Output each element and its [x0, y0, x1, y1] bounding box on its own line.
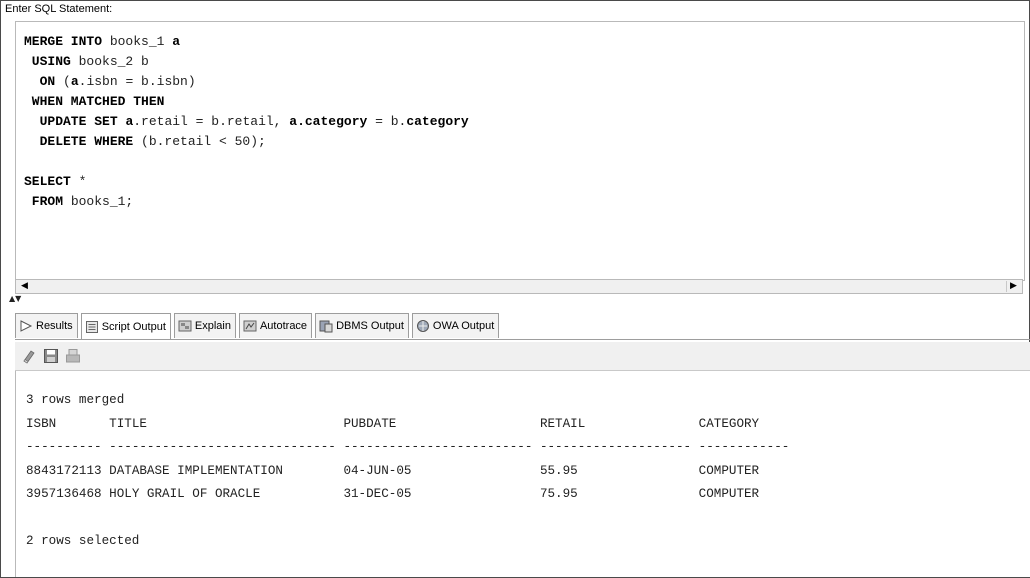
- sql-keyword: MERGE INTO: [24, 34, 103, 49]
- table-cell: 3957136468: [26, 487, 110, 501]
- separator: --------------------: [539, 440, 699, 454]
- separator: ----------: [26, 440, 110, 454]
- sql-text: *: [70, 174, 87, 189]
- output-line: 2 rows selected: [26, 530, 789, 554]
- dbms-output-icon: [319, 319, 333, 333]
- sql-worksheet-window: Enter SQL Statement: MERGE INTO books_1 …: [0, 0, 1030, 578]
- sql-line: WHEN MATCHED THEN: [24, 92, 469, 112]
- tab-results[interactable]: Results: [15, 313, 78, 338]
- scroll-left-arrow-icon[interactable]: ◀: [18, 281, 31, 292]
- autotrace-icon: [243, 319, 257, 333]
- tab-explain[interactable]: Explain: [173, 313, 236, 338]
- column-header: TITLE: [109, 416, 344, 431]
- eraser-icon[interactable]: [21, 348, 37, 364]
- column-header: PUBDATE: [343, 416, 540, 431]
- output-line: 3 rows merged: [26, 389, 789, 413]
- print-icon[interactable]: [65, 348, 81, 364]
- script-output-icon: [85, 320, 99, 334]
- column-header: RETAIL: [539, 416, 699, 431]
- blank: [26, 507, 34, 531]
- scroll-right-arrow-icon[interactable]: ▶: [1006, 281, 1020, 292]
- sql-line: SELECT *: [24, 172, 469, 192]
- sql-keyword: UPDATE SET: [24, 114, 118, 129]
- script-output-panel[interactable]: 3 rows merged ISBN TITLE PUBDATE RETAIL C…: [15, 371, 1030, 577]
- column-header: CATEGORY: [698, 416, 790, 431]
- tab-divider: [15, 339, 1030, 340]
- selected-message: 2 rows selected: [26, 534, 140, 548]
- sql-statement-label: Enter SQL Statement:: [5, 3, 113, 15]
- sql-keyword: SELECT: [24, 174, 71, 189]
- sql-text: = b.: [367, 114, 407, 129]
- save-icon[interactable]: [43, 348, 59, 364]
- sql-keyword: DELETE WHERE: [24, 134, 134, 149]
- tab-dbms-output[interactable]: DBMS Output: [315, 313, 409, 338]
- table-cell: 31-DEC-05: [343, 487, 540, 501]
- tab-label: Script Output: [101, 321, 166, 333]
- sql-keyword: a.category: [289, 114, 368, 129]
- sql-text: .isbn = b.isbn): [78, 74, 196, 89]
- table-cell: 55.95: [539, 463, 699, 478]
- sql-keyword: FROM: [24, 194, 64, 209]
- sql-text: books_1;: [63, 194, 134, 209]
- explain-icon: [178, 319, 192, 333]
- sql-line: MERGE INTO books_1 a: [24, 32, 469, 52]
- sql-keyword: a: [70, 74, 79, 89]
- sql-line: UPDATE SET a.retail = b.retail, a.catego…: [24, 112, 469, 132]
- separator: ------------: [698, 440, 790, 454]
- tab-label: Autotrace: [259, 320, 308, 332]
- table-cell: COMPUTER: [698, 487, 790, 501]
- output-tabs: Results Script Output Explain Autotrace DBMS…: [15, 313, 500, 340]
- table-row: 3957136468 HOLY GRAIL OF ORACLE 31-DEC-0…: [26, 483, 789, 507]
- tab-autotrace[interactable]: Autotrace: [238, 313, 313, 338]
- table-cell: 8843172113: [26, 463, 110, 478]
- sql-line: USING books_2 b: [24, 52, 469, 72]
- sql-line: FROM books_1;: [24, 192, 469, 212]
- sql-keyword: category: [406, 114, 469, 129]
- play-arrow-icon: [19, 319, 33, 333]
- sql-line: [24, 152, 469, 172]
- table-cell: DATABASE IMPLEMENTATION: [109, 463, 344, 478]
- blank-line: [26, 507, 789, 531]
- sql-keyword: WHEN MATCHED THEN: [24, 94, 165, 109]
- tab-label: Explain: [194, 320, 231, 332]
- owa-output-icon: [416, 319, 430, 333]
- tab-label: OWA Output: [432, 320, 495, 332]
- sql-editor[interactable]: MERGE INTO books_1 a USING books_2 b ON …: [15, 21, 1025, 281]
- table-cell: COMPUTER: [698, 463, 790, 478]
- output-toolbar: [15, 342, 1030, 371]
- tab-owa-output[interactable]: OWA Output: [411, 313, 500, 338]
- column-header: ISBN: [26, 416, 110, 431]
- sql-keyword: ON: [24, 74, 56, 89]
- sql-text: (: [55, 74, 71, 89]
- table-cell: 04-JUN-05: [343, 463, 540, 478]
- sql-text: books_2 b: [70, 54, 149, 69]
- sql-keyword: USING: [24, 54, 71, 69]
- header-row: ISBN TITLE PUBDATE RETAIL CATEGORY: [26, 413, 789, 437]
- tab-script-output[interactable]: Script Output: [80, 313, 171, 340]
- tab-label: DBMS Output: [336, 320, 404, 332]
- sql-line: DELETE WHERE (b.retail < 50);: [24, 132, 469, 152]
- sql-text: .retail = b.retail,: [133, 114, 290, 129]
- tab-label: Results: [36, 320, 73, 332]
- sql-text: books_1: [102, 34, 173, 49]
- table-cell: 75.95: [539, 487, 699, 501]
- separator: -------------------------: [343, 440, 540, 454]
- script-output-text: 3 rows merged ISBN TITLE PUBDATE RETAIL C…: [26, 389, 789, 554]
- sql-text: (b.retail < 50);: [133, 134, 266, 149]
- sql-line: ON (a.isbn = b.isbn): [24, 72, 469, 92]
- sql-keyword: a: [172, 34, 181, 49]
- editor-horizontal-scrollbar[interactable]: ◀ ▶: [15, 279, 1023, 294]
- sql-code[interactable]: MERGE INTO books_1 a USING books_2 b ON …: [24, 32, 469, 212]
- separator-row: ---------- -----------------------------…: [26, 436, 789, 460]
- splitter-arrows-icon[interactable]: ▲▼: [9, 295, 21, 303]
- separator: ------------------------------: [109, 440, 344, 454]
- merged-message: 3 rows merged: [26, 393, 125, 407]
- table-row: 8843172113 DATABASE IMPLEMENTATION 04-JU…: [26, 460, 789, 484]
- table-cell: HOLY GRAIL OF ORACLE: [109, 487, 344, 501]
